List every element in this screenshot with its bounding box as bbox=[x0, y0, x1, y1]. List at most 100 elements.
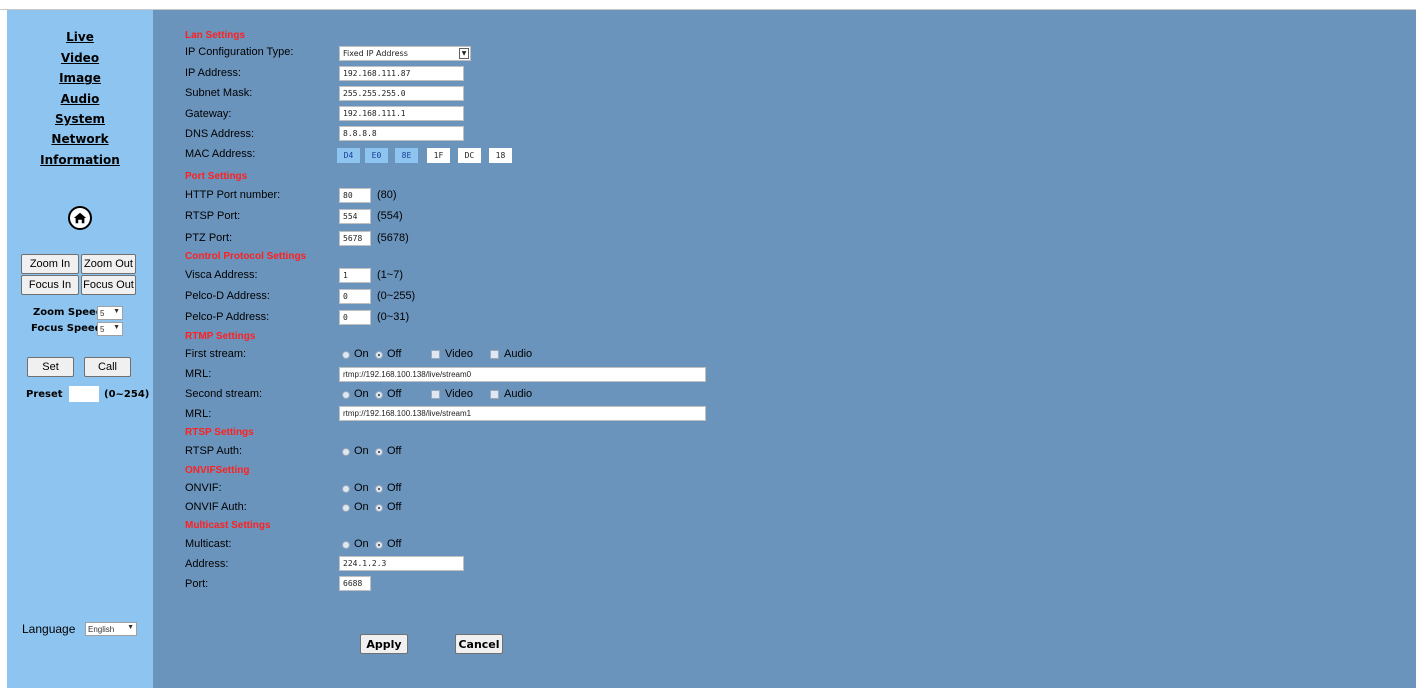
http-port-input[interactable]: 80 bbox=[339, 188, 371, 203]
first-mrl-label: MRL: bbox=[185, 368, 212, 380]
rtsp-port-label: RTSP Port: bbox=[185, 210, 241, 222]
multicast-label: Multicast: bbox=[185, 538, 232, 550]
visca-range: (1~7) bbox=[377, 269, 403, 281]
ip-config-value: Fixed IP Address bbox=[343, 49, 408, 58]
rtsp-port-default: (554) bbox=[377, 210, 403, 222]
onvif-off-label: Off bbox=[387, 482, 402, 494]
ptz-port-input[interactable]: 5678 bbox=[339, 231, 371, 246]
dns-address-input[interactable]: 8.8.8.8 bbox=[339, 126, 464, 141]
first-mrl-input[interactable]: rtmp://192.168.100.138/live/stream0 bbox=[339, 367, 706, 382]
sidebar: Live Video Image Audio System Network In… bbox=[7, 10, 153, 688]
rtmp-settings-title: RTMP Settings bbox=[185, 331, 256, 342]
onvif-on-radio[interactable] bbox=[342, 485, 350, 493]
multicast-on-radio[interactable] bbox=[342, 541, 350, 549]
focus-speed-value: 5 bbox=[100, 324, 105, 334]
ip-config-select[interactable]: Fixed IP Address ▼ bbox=[339, 46, 471, 61]
pelcop-range: (0~31) bbox=[377, 311, 410, 323]
preset-label: Preset bbox=[26, 389, 63, 400]
subnet-mask-input[interactable]: 255.255.255.0 bbox=[339, 86, 464, 101]
language-value: English bbox=[88, 624, 115, 634]
onvif-off-radio[interactable] bbox=[375, 485, 383, 493]
visca-address-input[interactable]: 1 bbox=[339, 268, 371, 283]
second-stream-on-radio[interactable] bbox=[342, 391, 350, 399]
zoom-in-button[interactable]: Zoom In bbox=[21, 254, 79, 274]
mac-octet-5[interactable]: DC bbox=[458, 148, 481, 163]
second-stream-on-label: On bbox=[354, 388, 369, 400]
multicast-settings-title: Multicast Settings bbox=[185, 520, 271, 531]
first-stream-audio-label: Audio bbox=[504, 348, 533, 360]
second-stream-video-checkbox[interactable] bbox=[431, 390, 440, 399]
second-stream-audio-checkbox[interactable] bbox=[490, 390, 499, 399]
second-stream-video-label: Video bbox=[445, 388, 473, 400]
language-label: Language bbox=[22, 622, 76, 636]
rtsp-auth-on-radio[interactable] bbox=[342, 448, 350, 456]
second-mrl-input[interactable]: rtmp://192.168.100.138/live/stream1 bbox=[339, 406, 706, 421]
mac-octet-4[interactable]: 1F bbox=[427, 148, 450, 163]
first-stream-on-radio[interactable] bbox=[342, 351, 350, 359]
onvif-auth-on-radio[interactable] bbox=[342, 504, 350, 512]
language-select[interactable]: English ▼ bbox=[85, 622, 137, 636]
rtsp-auth-off-label: Off bbox=[387, 445, 402, 457]
apply-button[interactable]: Apply bbox=[360, 634, 408, 654]
multicast-off-radio[interactable] bbox=[375, 541, 383, 549]
onvif-auth-on-label: On bbox=[354, 501, 369, 513]
home-icon[interactable] bbox=[68, 206, 92, 230]
focus-speed-label: Focus Speed bbox=[31, 323, 102, 334]
zoom-out-button[interactable]: Zoom Out bbox=[81, 254, 136, 274]
preset-range: (0~254) bbox=[104, 389, 150, 400]
first-stream-off-label: Off bbox=[387, 348, 402, 360]
second-stream-audio-label: Audio bbox=[504, 388, 533, 400]
first-stream-video-checkbox[interactable] bbox=[431, 350, 440, 359]
chevron-down-icon: ▼ bbox=[127, 624, 134, 631]
mac-octet-3[interactable]: 8E bbox=[395, 148, 418, 163]
preset-input[interactable] bbox=[69, 386, 99, 402]
first-stream-audio-checkbox[interactable] bbox=[490, 350, 499, 359]
nav-system[interactable]: System bbox=[7, 112, 153, 126]
onvif-on-label: On bbox=[354, 482, 369, 494]
dns-address-label: DNS Address: bbox=[185, 128, 255, 140]
nav-video[interactable]: Video bbox=[7, 51, 153, 65]
control-protocol-title: Control Protocol Settings bbox=[185, 251, 307, 262]
chevron-down-icon: ▼ bbox=[113, 308, 120, 315]
focus-in-button[interactable]: Focus In bbox=[21, 275, 79, 295]
pelcod-range: (0~255) bbox=[377, 290, 416, 302]
subnet-mask-label: Subnet Mask: bbox=[185, 87, 253, 99]
second-stream-off-radio[interactable] bbox=[375, 391, 383, 399]
gateway-input[interactable]: 192.168.111.1 bbox=[339, 106, 464, 121]
cancel-button[interactable]: Cancel bbox=[455, 634, 503, 654]
multicast-port-input[interactable]: 6688 bbox=[339, 576, 371, 591]
mac-octet-6[interactable]: 18 bbox=[489, 148, 512, 163]
nav-live[interactable]: Live bbox=[7, 30, 153, 44]
nav-network[interactable]: Network bbox=[7, 132, 153, 146]
mac-address-label: MAC Address: bbox=[185, 148, 256, 160]
pelcop-address-input[interactable]: 0 bbox=[339, 310, 371, 325]
ip-config-label: IP Configuration Type: bbox=[185, 46, 294, 58]
pelcod-address-label: Pelco-D Address: bbox=[185, 290, 270, 302]
mac-octet-1[interactable]: D4 bbox=[337, 148, 360, 163]
call-button[interactable]: Call bbox=[84, 357, 131, 377]
zoom-speed-select[interactable]: 5 ▼ bbox=[97, 306, 123, 320]
pelcop-address-label: Pelco-P Address: bbox=[185, 311, 270, 323]
onvif-settings-title: ONVIFSetting bbox=[185, 465, 250, 476]
pelcod-address-input[interactable]: 0 bbox=[339, 289, 371, 304]
ip-address-input[interactable]: 192.168.111.87 bbox=[339, 66, 464, 81]
chevron-down-icon: ▼ bbox=[459, 48, 469, 59]
focus-speed-select[interactable]: 5 ▼ bbox=[97, 322, 123, 336]
nav-image[interactable]: Image bbox=[7, 71, 153, 85]
mac-octet-2[interactable]: E0 bbox=[365, 148, 388, 163]
focus-out-button[interactable]: Focus Out bbox=[81, 275, 136, 295]
rtsp-auth-on-label: On bbox=[354, 445, 369, 457]
onvif-auth-off-radio[interactable] bbox=[375, 504, 383, 512]
multicast-address-input[interactable]: 224.1.2.3 bbox=[339, 556, 464, 571]
rtsp-auth-label: RTSP Auth: bbox=[185, 445, 243, 457]
rtsp-auth-off-radio[interactable] bbox=[375, 448, 383, 456]
zoom-speed-label: Zoom Speed bbox=[33, 307, 103, 318]
http-port-default: (80) bbox=[377, 189, 397, 201]
rtsp-port-input[interactable]: 554 bbox=[339, 209, 371, 224]
gateway-label: Gateway: bbox=[185, 108, 232, 120]
first-stream-off-radio[interactable] bbox=[375, 351, 383, 359]
second-stream-label: Second stream: bbox=[185, 388, 263, 400]
set-button[interactable]: Set bbox=[27, 357, 74, 377]
nav-information[interactable]: Information bbox=[7, 153, 153, 167]
nav-audio[interactable]: Audio bbox=[7, 92, 153, 106]
